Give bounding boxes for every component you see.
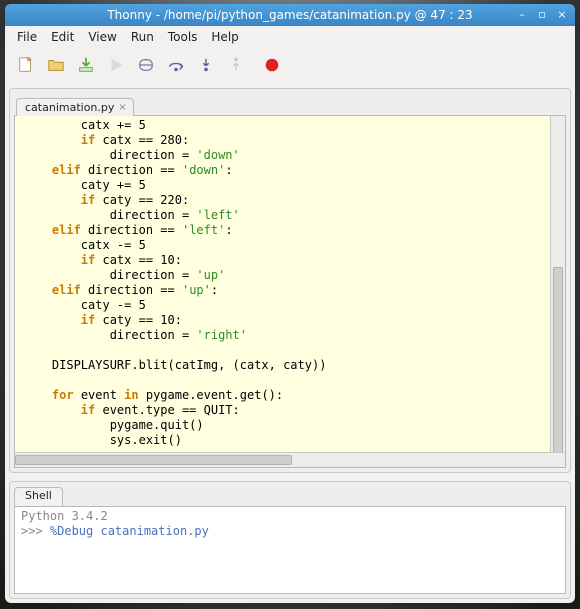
- window-controls: – ▫ ×: [515, 8, 569, 22]
- shell-panel: Shell Python 3.4.2 >>> %Debug catanimati…: [9, 481, 571, 599]
- pane-resizer[interactable]: [5, 475, 575, 479]
- shell-tab-strip: Shell: [14, 486, 566, 506]
- editor-tab-label: catanimation.py: [25, 101, 114, 114]
- step-over-icon: [167, 56, 185, 77]
- shell-command: %Debug catanimation.py: [50, 524, 209, 538]
- vertical-scrollbar[interactable]: [550, 116, 565, 452]
- code-scroll-area[interactable]: catx += 5 if catx == 280: direction = 'd…: [15, 116, 565, 452]
- stop-icon: [263, 56, 281, 77]
- horizontal-scrollbar-thumb[interactable]: [15, 455, 292, 465]
- editor-tab-strip: catanimation.py ×: [14, 93, 566, 115]
- editor-panel: catanimation.py × catx += 5 if catx == 2…: [9, 88, 571, 473]
- debug-button[interactable]: [135, 55, 157, 77]
- step-out-icon: [227, 56, 245, 77]
- shell-tab[interactable]: Shell: [14, 487, 63, 507]
- menu-run[interactable]: Run: [125, 28, 160, 46]
- menu-help[interactable]: Help: [205, 28, 244, 46]
- code-editor[interactable]: catx += 5 if catx == 280: direction = 'd…: [14, 115, 566, 468]
- stop-button[interactable]: [261, 55, 283, 77]
- shell-tab-label: Shell: [25, 489, 52, 502]
- maximize-button[interactable]: ▫: [535, 8, 549, 22]
- close-button[interactable]: ×: [555, 8, 569, 22]
- editor-tab[interactable]: catanimation.py ×: [16, 98, 134, 116]
- vertical-scrollbar-thumb[interactable]: [553, 267, 563, 452]
- close-icon[interactable]: ×: [118, 103, 126, 113]
- menu-file[interactable]: File: [11, 28, 43, 46]
- step-into-button[interactable]: [195, 55, 217, 77]
- menubar: File Edit View Run Tools Help: [5, 26, 575, 48]
- new-file-icon: [17, 56, 35, 77]
- menu-edit[interactable]: Edit: [45, 28, 80, 46]
- shell-line: >>> %Debug catanimation.py: [21, 524, 559, 539]
- save-file-icon: [77, 56, 95, 77]
- open-file-icon: [47, 56, 65, 77]
- thonny-window: Thonny - /home/pi/python_games/catanimat…: [5, 4, 575, 603]
- horizontal-scrollbar[interactable]: [15, 452, 565, 467]
- debug-icon: [137, 56, 155, 77]
- minimize-button[interactable]: –: [515, 8, 529, 22]
- menu-view[interactable]: View: [82, 28, 122, 46]
- run-icon: [107, 56, 125, 77]
- shell-prompt: >>>: [21, 524, 50, 538]
- shell-banner: Python 3.4.2: [21, 509, 559, 524]
- window-title: Thonny - /home/pi/python_games/catanimat…: [5, 8, 575, 22]
- save-file-button[interactable]: [75, 55, 97, 77]
- step-into-icon: [197, 56, 215, 77]
- new-file-button[interactable]: [15, 55, 37, 77]
- step-out-button[interactable]: [225, 55, 247, 77]
- toolbar: [5, 48, 575, 84]
- menu-tools[interactable]: Tools: [162, 28, 204, 46]
- titlebar[interactable]: Thonny - /home/pi/python_games/catanimat…: [5, 4, 575, 26]
- run-button[interactable]: [105, 55, 127, 77]
- shell-output[interactable]: Python 3.4.2 >>> %Debug catanimation.py: [14, 506, 566, 594]
- code-text[interactable]: catx += 5 if catx == 280: direction = 'd…: [15, 116, 565, 452]
- step-over-button[interactable]: [165, 55, 187, 77]
- open-file-button[interactable]: [45, 55, 67, 77]
